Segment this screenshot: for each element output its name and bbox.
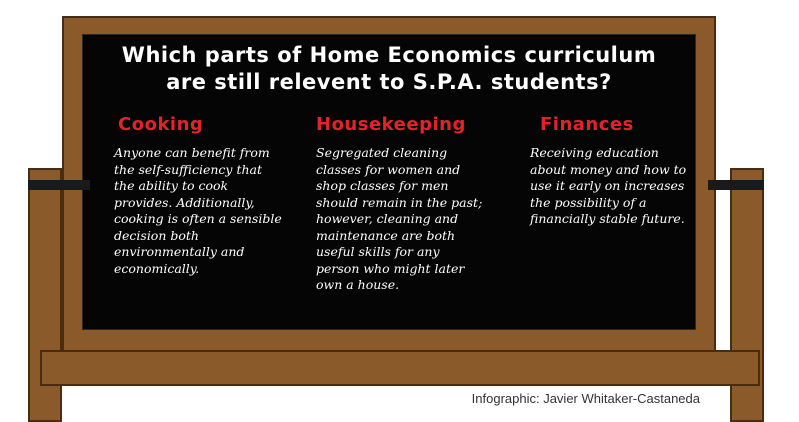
column-finances: Finances Receiving education about money… — [530, 114, 690, 228]
column-text: Receiving education about money and how … — [530, 145, 687, 226]
infographic-title: Which parts of Home Economics curriculum… — [82, 42, 696, 96]
column-text: Anyone can benefit from the self-suffici… — [114, 145, 282, 276]
column-heading: Finances — [540, 114, 634, 135]
title-line-1: Which parts of Home Economics curriculum — [121, 43, 657, 67]
column-cooking: Cooking Anyone can benefit from the self… — [114, 114, 284, 277]
infographic-credit: Infographic: Javier Whitaker-Castaneda — [471, 391, 700, 406]
easel-right-peg — [708, 180, 764, 190]
easel-left-peg — [28, 180, 90, 190]
easel-crossbar — [40, 350, 760, 386]
column-heading: Housekeeping — [316, 114, 466, 135]
title-line-2: are still relevent to S.P.A. students? — [166, 70, 612, 94]
column-text: Segregated cleaning classes for women an… — [316, 145, 483, 292]
column-housekeeping: Housekeeping Segregated cleaning classes… — [316, 114, 486, 294]
column-heading: Cooking — [118, 114, 204, 135]
